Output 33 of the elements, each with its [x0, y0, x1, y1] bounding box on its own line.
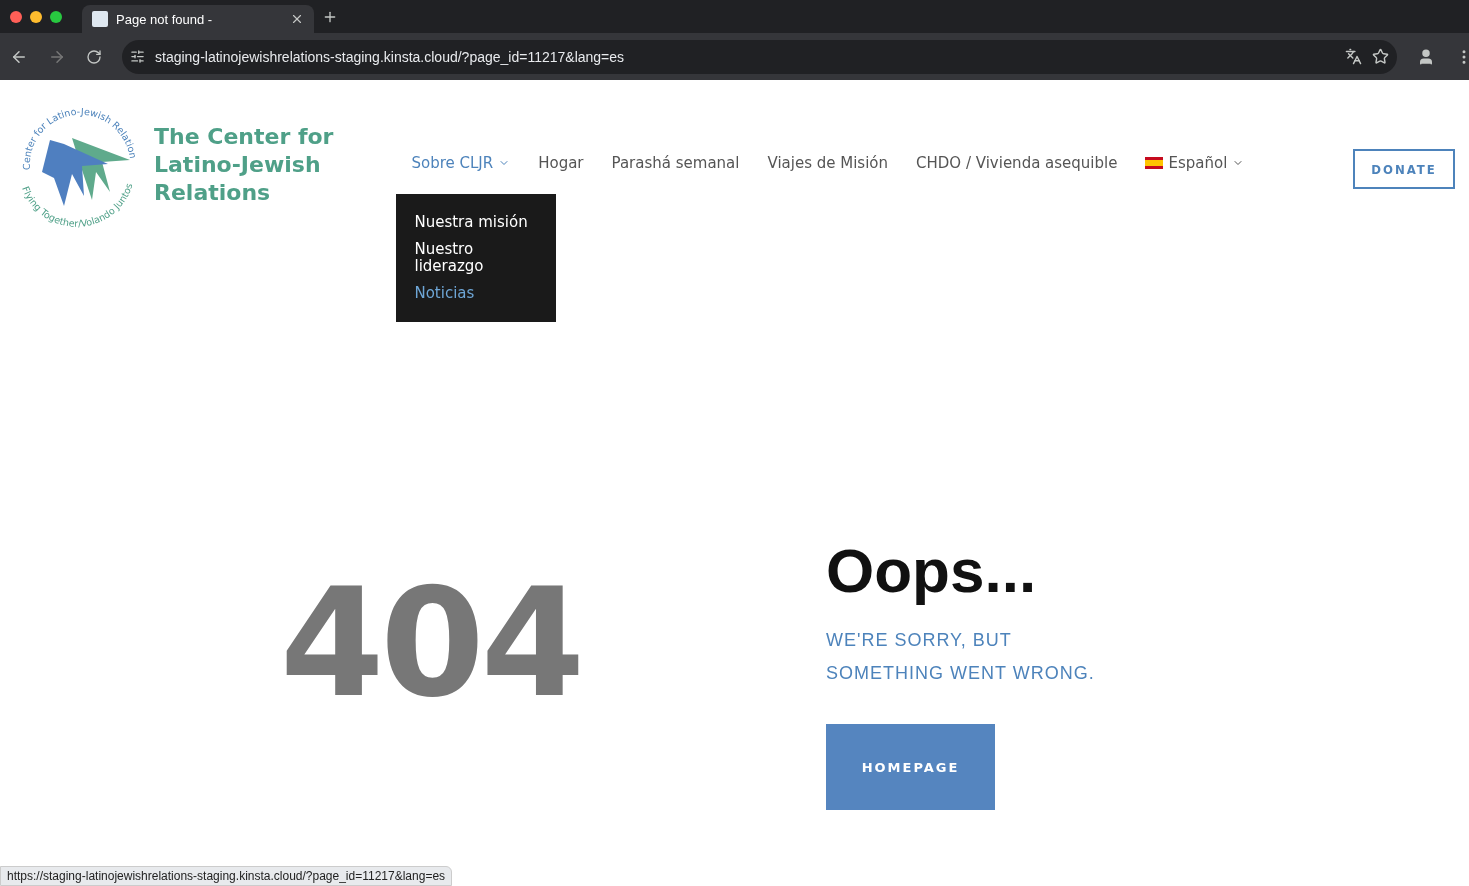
nav-link[interactable]: Hogar — [538, 154, 584, 172]
flag-icon — [1145, 157, 1164, 169]
logo-text: Latino-Jewish — [154, 151, 322, 179]
donate-button[interactable]: DONATE — [1353, 149, 1455, 189]
window-close-icon[interactable] — [10, 10, 22, 23]
star-icon[interactable] — [1372, 48, 1389, 65]
translate-icon[interactable] — [1345, 48, 1362, 65]
url-text: staging-latinojewishrelations-staging.kinsta.cloud/?page_id=11217&lang=es — [155, 48, 626, 65]
nav-link[interactable]: Viajes de Misión — [767, 154, 889, 172]
homepage-button[interactable]: HOMEPAGE — [826, 724, 995, 810]
site-settings-icon[interactable] — [130, 49, 145, 64]
logo-text: The Center for — [154, 123, 334, 151]
error-message: WE'RE SORRY, BUT — [826, 630, 1013, 651]
menu-item[interactable]: Nuestro liderazgo — [414, 241, 539, 275]
logo-text: Relations — [154, 179, 272, 207]
profile-icon[interactable] — [1417, 47, 1435, 66]
error-message: SOMETHING WENT WRONG. — [826, 663, 1095, 684]
address-bar[interactable]: staging-latinojewishrelations-staging.kinsta.cloud/?page_id=11217&lang=es — [122, 39, 1397, 74]
reload-icon[interactable] — [86, 48, 102, 65]
menu-item[interactable]: Noticias — [414, 285, 539, 302]
nav-link[interactable]: Parashá semanal — [611, 154, 740, 172]
nav-link[interactable]: Sobre CLJR — [411, 154, 511, 172]
status-url: https://staging-latinojewishrelations-staging.kinsta.cloud/?page_id=11217&lang=es — [0, 866, 453, 886]
favicon-icon — [92, 11, 108, 27]
close-icon[interactable] — [290, 12, 304, 26]
menu-item[interactable]: Nuestra misión — [414, 214, 539, 231]
language-selector[interactable]: Español — [1145, 154, 1245, 172]
error-code: 404 — [279, 568, 583, 732]
window-maximize-icon[interactable] — [50, 10, 62, 23]
browser-tab[interactable]: Page not found - — [82, 5, 314, 33]
tab-title: Page not found - — [116, 11, 214, 27]
window-minimize-icon[interactable] — [30, 10, 42, 23]
nav-link[interactable]: CHDO / Vivienda asequible — [916, 154, 1118, 172]
